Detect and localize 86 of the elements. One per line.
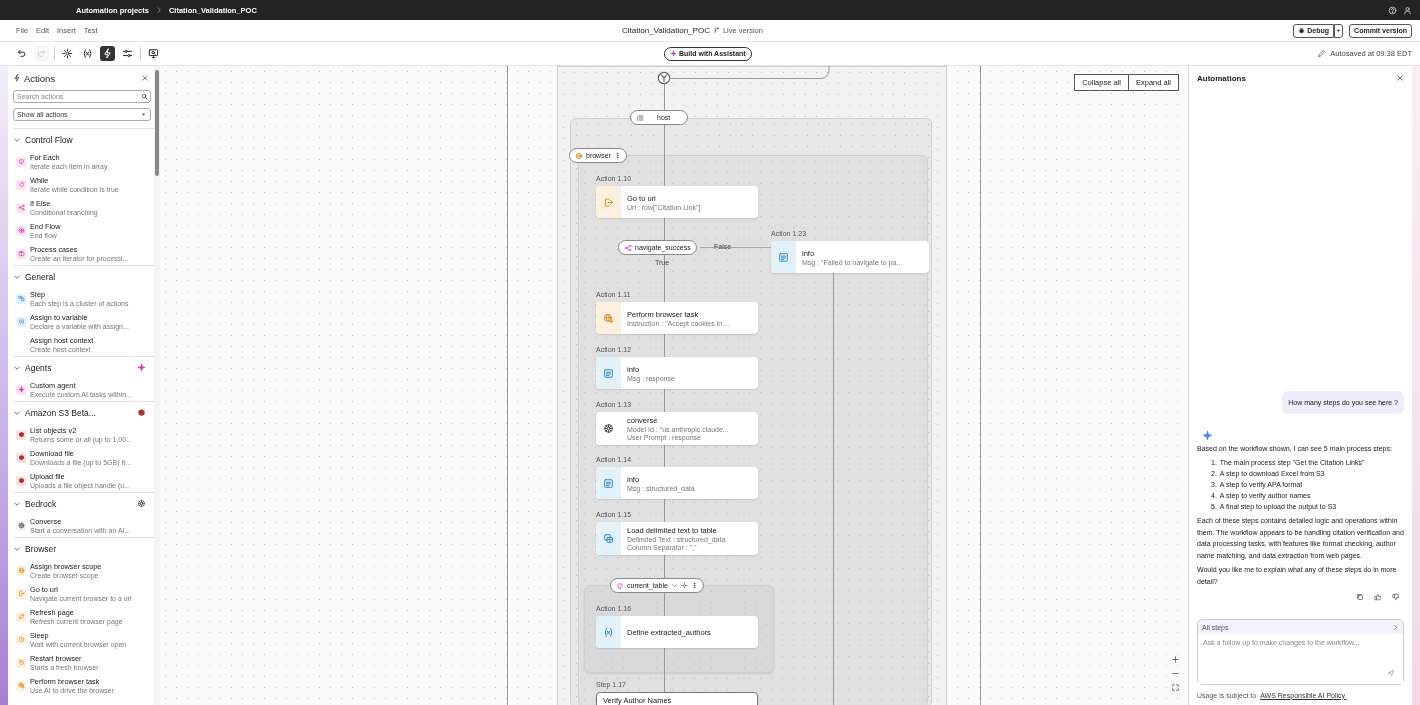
cube-icon [17, 477, 25, 484]
more-icon [613, 152, 621, 159]
section-header[interactable]: Control Flow [13, 129, 154, 150]
brain-icon [603, 423, 614, 434]
caret-icon [1335, 27, 1343, 34]
globe-plus-icon [603, 312, 614, 324]
more-icon [690, 582, 698, 589]
cycle-icon [17, 181, 25, 188]
document-icon [778, 251, 789, 263]
help-icon[interactable] [1388, 5, 1397, 15]
panel-title: Automations [1197, 73, 1246, 83]
redo-icon [36, 48, 47, 59]
branch-icon [17, 204, 25, 211]
steps-icon [17, 295, 25, 302]
close-icon[interactable] [1396, 74, 1404, 82]
zoom-in-icon[interactable] [1171, 655, 1180, 664]
fit-view-icon[interactable] [1171, 683, 1180, 692]
pencil-icon [1317, 49, 1327, 58]
variable-icon [82, 48, 93, 59]
panel-title: Actions [24, 72, 56, 84]
chevron-right-icon [154, 6, 163, 14]
list-icon [636, 113, 644, 122]
globe-icon [575, 151, 583, 160]
document-icon [603, 477, 614, 489]
cube-icon [17, 454, 25, 461]
loop-icon [616, 581, 624, 590]
chevron-down-icon [13, 499, 21, 508]
section-header[interactable]: Browser [13, 538, 154, 559]
sliders-icon [122, 48, 133, 59]
loop-icon [17, 158, 25, 165]
settings-icon [680, 582, 688, 589]
chevron-down-icon [13, 408, 21, 417]
branch-icon [712, 27, 720, 34]
undo-icon [16, 48, 27, 59]
toolbar-button[interactable] [60, 46, 75, 61]
document-title: Citation_Validation_POC [622, 26, 710, 35]
user-icon[interactable] [1403, 5, 1412, 15]
sparkle-icon [670, 50, 677, 57]
lightning-icon [13, 74, 21, 82]
section-header[interactable]: Agents [13, 357, 154, 378]
variable-icon [603, 626, 614, 638]
settings-icon [62, 48, 73, 59]
section-header[interactable]: Amazon S3 Beta... [13, 402, 154, 423]
merge-icon [657, 71, 671, 85]
globe-plus-icon [17, 682, 25, 689]
branch-icon [624, 243, 632, 252]
exit-arrow-icon [17, 590, 25, 597]
globe-icon [17, 567, 25, 574]
copy-icon[interactable] [1356, 593, 1364, 601]
toolbar-button[interactable] [146, 46, 161, 61]
refresh-icon [17, 613, 25, 620]
sparkle-icon [17, 386, 25, 393]
connector-line [700, 247, 771, 248]
clock-icon [17, 636, 25, 643]
toolbar-button[interactable] [100, 46, 115, 61]
table-icon [603, 533, 614, 544]
sparkle-icon [137, 363, 146, 372]
lightning-icon [102, 48, 113, 59]
chevron-down-icon [13, 363, 21, 372]
section-header[interactable]: General [13, 266, 154, 287]
chevron-right-icon[interactable] [1392, 623, 1399, 631]
caret-icon [140, 111, 147, 118]
cube-icon [137, 408, 146, 417]
chevron-down-icon [13, 135, 21, 144]
document-icon [603, 367, 614, 379]
chevron-down-icon [13, 272, 21, 281]
scrollbar[interactable] [154, 66, 160, 705]
dropdown-button[interactable] [1334, 23, 1344, 38]
brain-icon [137, 499, 146, 508]
bug-icon [1298, 27, 1306, 34]
briefcase-icon [17, 250, 25, 257]
close-icon[interactable] [141, 74, 149, 82]
target-icon [17, 227, 25, 234]
exit-arrow-icon [603, 196, 614, 208]
chevron-down-icon [13, 544, 21, 553]
variable-icon [17, 318, 25, 325]
monitor-search-icon [148, 48, 159, 59]
thumbs-up-icon[interactable] [1374, 593, 1382, 601]
search-icon [141, 93, 148, 100]
thumbs-down-icon[interactable] [1392, 593, 1400, 601]
restart-icon [17, 659, 25, 666]
brain-icon [17, 522, 25, 529]
chevron-down-icon [670, 582, 678, 589]
sparkle-icon [1202, 429, 1213, 441]
section-header[interactable]: Bedrock [13, 493, 154, 514]
cube-icon [17, 431, 25, 438]
